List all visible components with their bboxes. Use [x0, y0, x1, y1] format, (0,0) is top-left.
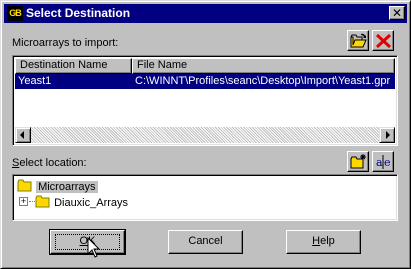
help-button[interactable]: Help — [286, 230, 361, 254]
red-x-icon — [375, 33, 392, 49]
tree-item-microarrays[interactable]: Microarrays — [17, 179, 98, 194]
open-file-button[interactable] — [347, 30, 369, 51]
scroll-right-button[interactable] — [379, 127, 395, 143]
microarrays-label: Microarrays to import: — [12, 37, 119, 49]
window-title: Select Destination — [26, 6, 131, 20]
location-tree[interactable]: Microarrays + Diauxic_Arrays — [12, 174, 398, 221]
folder-open-icon — [350, 33, 367, 48]
cancel-button[interactable]: Cancel — [168, 230, 243, 254]
scroll-track[interactable] — [31, 127, 379, 143]
select-destination-dialog: GB Select Destination ✕ Microarrays to i… — [0, 0, 411, 269]
tree-item-diauxic-arrays[interactable]: Diauxic_Arrays — [35, 195, 128, 210]
tree-expander[interactable]: + — [19, 197, 28, 206]
folder-icon — [35, 195, 50, 208]
mouse-cursor — [87, 237, 101, 258]
remove-button[interactable] — [372, 30, 394, 51]
folder-icon — [17, 179, 32, 192]
close-button[interactable]: ✕ — [389, 6, 405, 20]
scroll-left-button[interactable] — [15, 127, 31, 143]
svg-text:a: a — [376, 156, 383, 169]
column-header-file[interactable]: File Name — [132, 58, 395, 74]
row-destination: Yeast1 — [18, 75, 52, 87]
rename-button[interactable]: a e — [372, 151, 394, 172]
column-header-destination[interactable]: Destination Name — [15, 58, 132, 74]
tree-item-label: Diauxic_Arrays — [54, 197, 129, 209]
app-icon: GB — [7, 6, 23, 21]
tree-item-label: Microarrays — [36, 181, 98, 193]
svg-text:e: e — [384, 156, 391, 169]
horizontal-scrollbar[interactable] — [15, 127, 395, 143]
microarrays-list[interactable]: Destination Name File Name Yeast1 C:\WIN… — [12, 55, 398, 146]
new-folder-icon — [350, 154, 366, 169]
rename-icon: a e — [376, 155, 391, 169]
select-location-label: Select location: — [12, 157, 87, 169]
row-file: C:\WINNT\Profiles\seanc\Desktop\Import\Y… — [135, 75, 391, 87]
table-row[interactable]: Yeast1 C:\WINNT\Profiles\seanc\Desktop\I… — [15, 74, 395, 89]
title-bar[interactable]: GB Select Destination ✕ — [4, 4, 407, 23]
new-folder-button[interactable] — [347, 151, 369, 172]
